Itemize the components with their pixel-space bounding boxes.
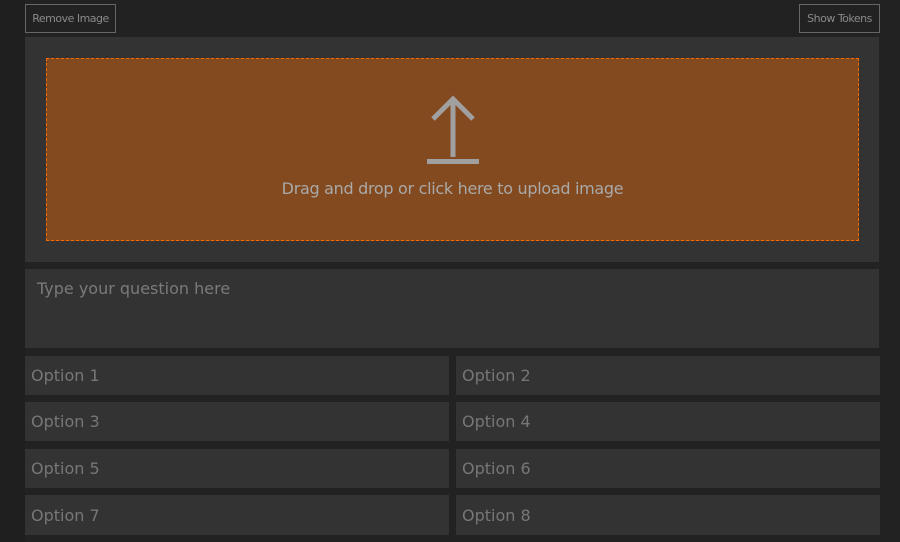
option-7-input[interactable]: [25, 495, 449, 535]
option-8-input[interactable]: [456, 495, 880, 535]
left-gutter: [0, 0, 25, 542]
option-6-input[interactable]: [456, 449, 880, 488]
dropzone-label: Drag and drop or click here to upload im…: [281, 179, 624, 198]
image-dropzone[interactable]: Drag and drop or click here to upload im…: [46, 58, 859, 241]
option-1-input[interactable]: [25, 356, 449, 395]
option-5-input[interactable]: [25, 449, 449, 488]
upload-arrow-icon: [427, 95, 479, 164]
show-tokens-button[interactable]: Show Tokens: [799, 4, 880, 33]
question-input[interactable]: [25, 269, 879, 348]
option-2-input[interactable]: [456, 356, 880, 395]
option-3-input[interactable]: [25, 402, 449, 441]
remove-image-button[interactable]: Remove Image: [25, 4, 116, 33]
option-4-input[interactable]: [456, 402, 880, 441]
upload-panel: Drag and drop or click here to upload im…: [25, 37, 879, 262]
